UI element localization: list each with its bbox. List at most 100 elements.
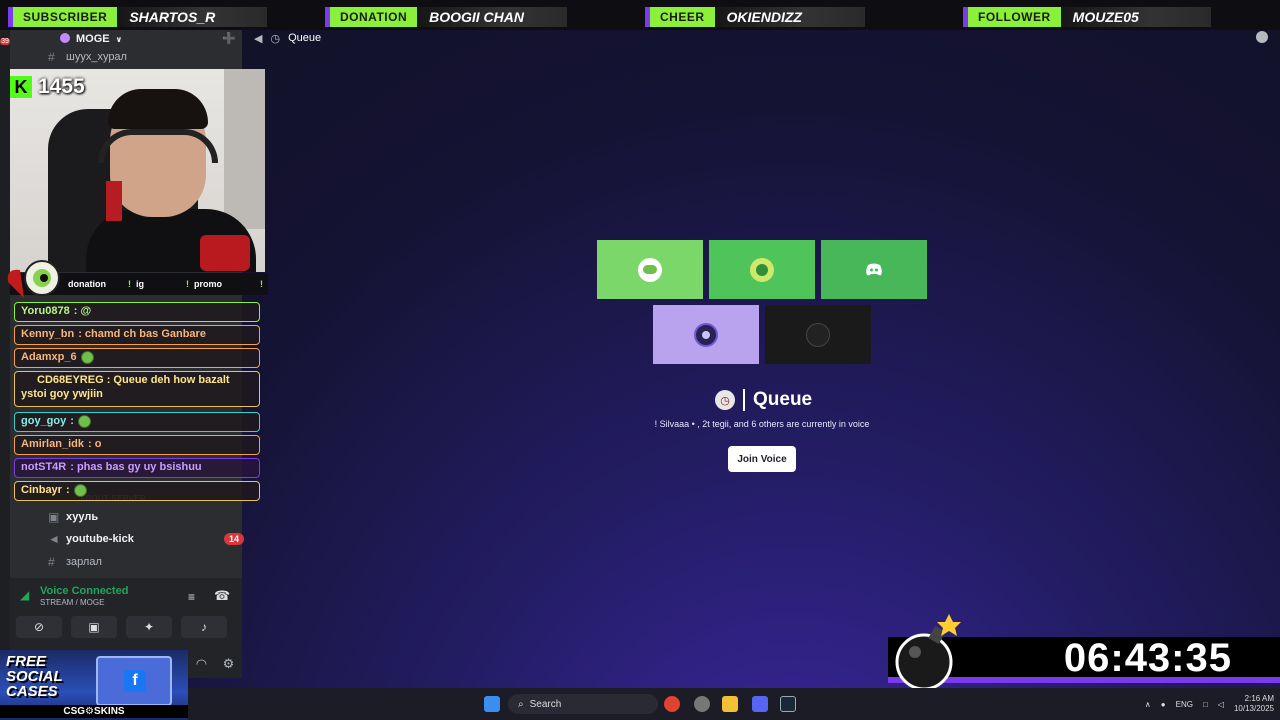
server-icon: [60, 33, 70, 43]
mascot-icon: [7, 260, 60, 298]
server-rail[interactable]: 39: [0, 30, 10, 650]
chat-message: Yoru0878 : @: [14, 302, 260, 322]
alert-type: DONATION: [325, 7, 418, 27]
kick-logo-icon: K: [10, 76, 32, 98]
alert-type: CHEER: [645, 7, 715, 27]
soundboard-icon: ♪: [201, 620, 207, 634]
alert-donation: DONATION BOOGII CHAN: [325, 6, 568, 28]
file-explorer-icon[interactable]: [722, 696, 738, 712]
noise-suppression-icon[interactable]: ≡: [188, 590, 195, 604]
hash-icon: #: [48, 555, 55, 569]
activity-button[interactable]: ✦: [126, 616, 172, 638]
volume-icon[interactable]: ◁: [1218, 700, 1224, 709]
chat-user: Amirlan_idk: [21, 438, 84, 450]
taskbar-search[interactable]: ⌕ Search: [508, 694, 658, 714]
time: 2:16 AM: [1244, 694, 1274, 703]
channel-item[interactable]: ▣ хууль: [48, 507, 248, 527]
system-tray: ∧ ● ENG □ ◁ 2:16 AM 10/13/2025: [1145, 692, 1274, 716]
screen-share-icon: ▣: [88, 620, 100, 634]
participant-tile[interactable]: [821, 240, 927, 299]
headset-icon[interactable]: ◠: [196, 656, 207, 672]
chat-user: Kenny_bn: [21, 328, 75, 340]
rail-badge: 39: [0, 38, 10, 45]
channel-title: Queue: [288, 32, 322, 44]
chat-text: : chamd ch bas Ganbare: [78, 328, 206, 340]
channel-item[interactable]: # зарлал: [48, 552, 248, 572]
chat-message: Kenny_bn : chamd ch bas Ganbare: [14, 325, 260, 345]
steam-icon[interactable]: [780, 696, 796, 712]
camera-off-icon: ⊘: [33, 620, 45, 634]
alert-type: SUBSCRIBER: [8, 7, 118, 27]
promo-banner: FREE SOCIAL CASES f CSG⚙SKINS: [0, 650, 188, 720]
chat-text: : phas bas gy uy bsishuu: [70, 461, 202, 473]
chevron-down-icon: ∨: [115, 34, 123, 44]
app-icon[interactable]: [694, 696, 710, 712]
chat-message: CD68EYREG : Queue deh how bazalt ystoi g…: [14, 371, 260, 407]
participant-tile[interactable]: [765, 305, 871, 364]
signal-icon: ◢: [20, 588, 30, 602]
participant-tile[interactable]: [597, 240, 703, 299]
chevron-up-icon[interactable]: ∧: [1145, 700, 1151, 709]
chat-user: Adamxp_6: [21, 351, 77, 363]
screen: SUBSCRIBER SHARTOS_R DONATION BOOGII CHA…: [0, 0, 1280, 720]
channel-name: хууль: [66, 511, 99, 523]
channel-name: youtube-kick: [66, 533, 134, 545]
discord-taskbar-icon[interactable]: [752, 696, 768, 712]
timer-value: 06:43:35: [1063, 635, 1232, 680]
network-icon[interactable]: □: [1203, 700, 1208, 709]
chat-message: Adamxp_6: [14, 348, 260, 368]
channel-item[interactable]: ◄ youtube-kick 14: [48, 529, 248, 549]
camera-button[interactable]: ⊘: [16, 616, 62, 638]
chat-user: notST4R: [21, 461, 67, 473]
divider: [743, 389, 745, 411]
settings-gear-icon[interactable]: ⚙: [223, 656, 235, 672]
soundboard-button[interactable]: ♪: [181, 616, 227, 638]
add-user-icon[interactable]: ➕: [222, 32, 236, 45]
language-indicator[interactable]: ENG: [1176, 700, 1193, 709]
server-header[interactable]: MOGE ∨ ➕: [10, 30, 242, 48]
command-promo: ! promo: [186, 279, 222, 289]
participant-avatar: [638, 257, 662, 282]
date: 10/13/2025: [1233, 704, 1274, 713]
participant-tile[interactable]: [709, 240, 815, 299]
queue-title: Queue: [753, 389, 813, 410]
voice-status[interactable]: Voice Connected: [40, 585, 128, 597]
disconnect-icon[interactable]: ☎: [214, 588, 230, 604]
webcam-hair: [108, 89, 208, 129]
promo-line: CASES: [6, 683, 58, 700]
command-label: donation: [68, 279, 106, 289]
unread-badge: 14: [223, 533, 244, 545]
channel-item[interactable]: # шуух_хурал: [48, 47, 248, 67]
speaker-icon: ◀: [254, 32, 263, 45]
queue-heading: ◷ Queue: [715, 387, 812, 413]
voice-participants-info: ! Silvaaa • , 2t tegii, and 6 others are…: [654, 419, 870, 429]
chat-text: : o: [87, 438, 102, 450]
screen-share-button[interactable]: ▣: [71, 616, 117, 638]
command-donation: donation: [68, 279, 106, 289]
alert-cheer: CHEER OKIENDIZZ: [645, 6, 865, 28]
voice-channel: STREAM / MOGE: [40, 598, 105, 607]
webcam-monitor: [224, 69, 265, 229]
join-voice-button[interactable]: Join Voice: [728, 446, 796, 472]
chrome-icon[interactable]: [664, 696, 680, 712]
taskbar-clock[interactable]: 2:16 AM 10/13/2025: [1234, 694, 1274, 714]
kick-follower-counter: K 1455: [10, 74, 85, 100]
clock-icon: ◷: [270, 32, 281, 45]
participant-tile[interactable]: [653, 305, 759, 364]
facebook-icon: f: [124, 670, 146, 692]
alert-name: SHARTOS_R: [117, 7, 268, 27]
alert-name: MOUZE05: [1060, 7, 1211, 27]
windows-start-icon[interactable]: [484, 696, 500, 712]
command-ig: ! ig: [128, 279, 144, 289]
channel-name: шуух_хурал: [66, 51, 127, 63]
announcement-icon: ◄: [48, 532, 60, 546]
chat-toggle-icon[interactable]: [1256, 31, 1268, 43]
chat-message: notST4R : phas bas gy uy bsishuu: [14, 458, 260, 478]
chat-text: : @: [73, 305, 92, 317]
promo-line: SOCIAL: [6, 668, 63, 685]
webcam-strap: [106, 181, 122, 221]
emote-icon: [73, 484, 87, 498]
hash-icon: #: [48, 50, 55, 64]
command-label: ig: [136, 279, 144, 289]
mic-icon[interactable]: ●: [1161, 700, 1166, 709]
